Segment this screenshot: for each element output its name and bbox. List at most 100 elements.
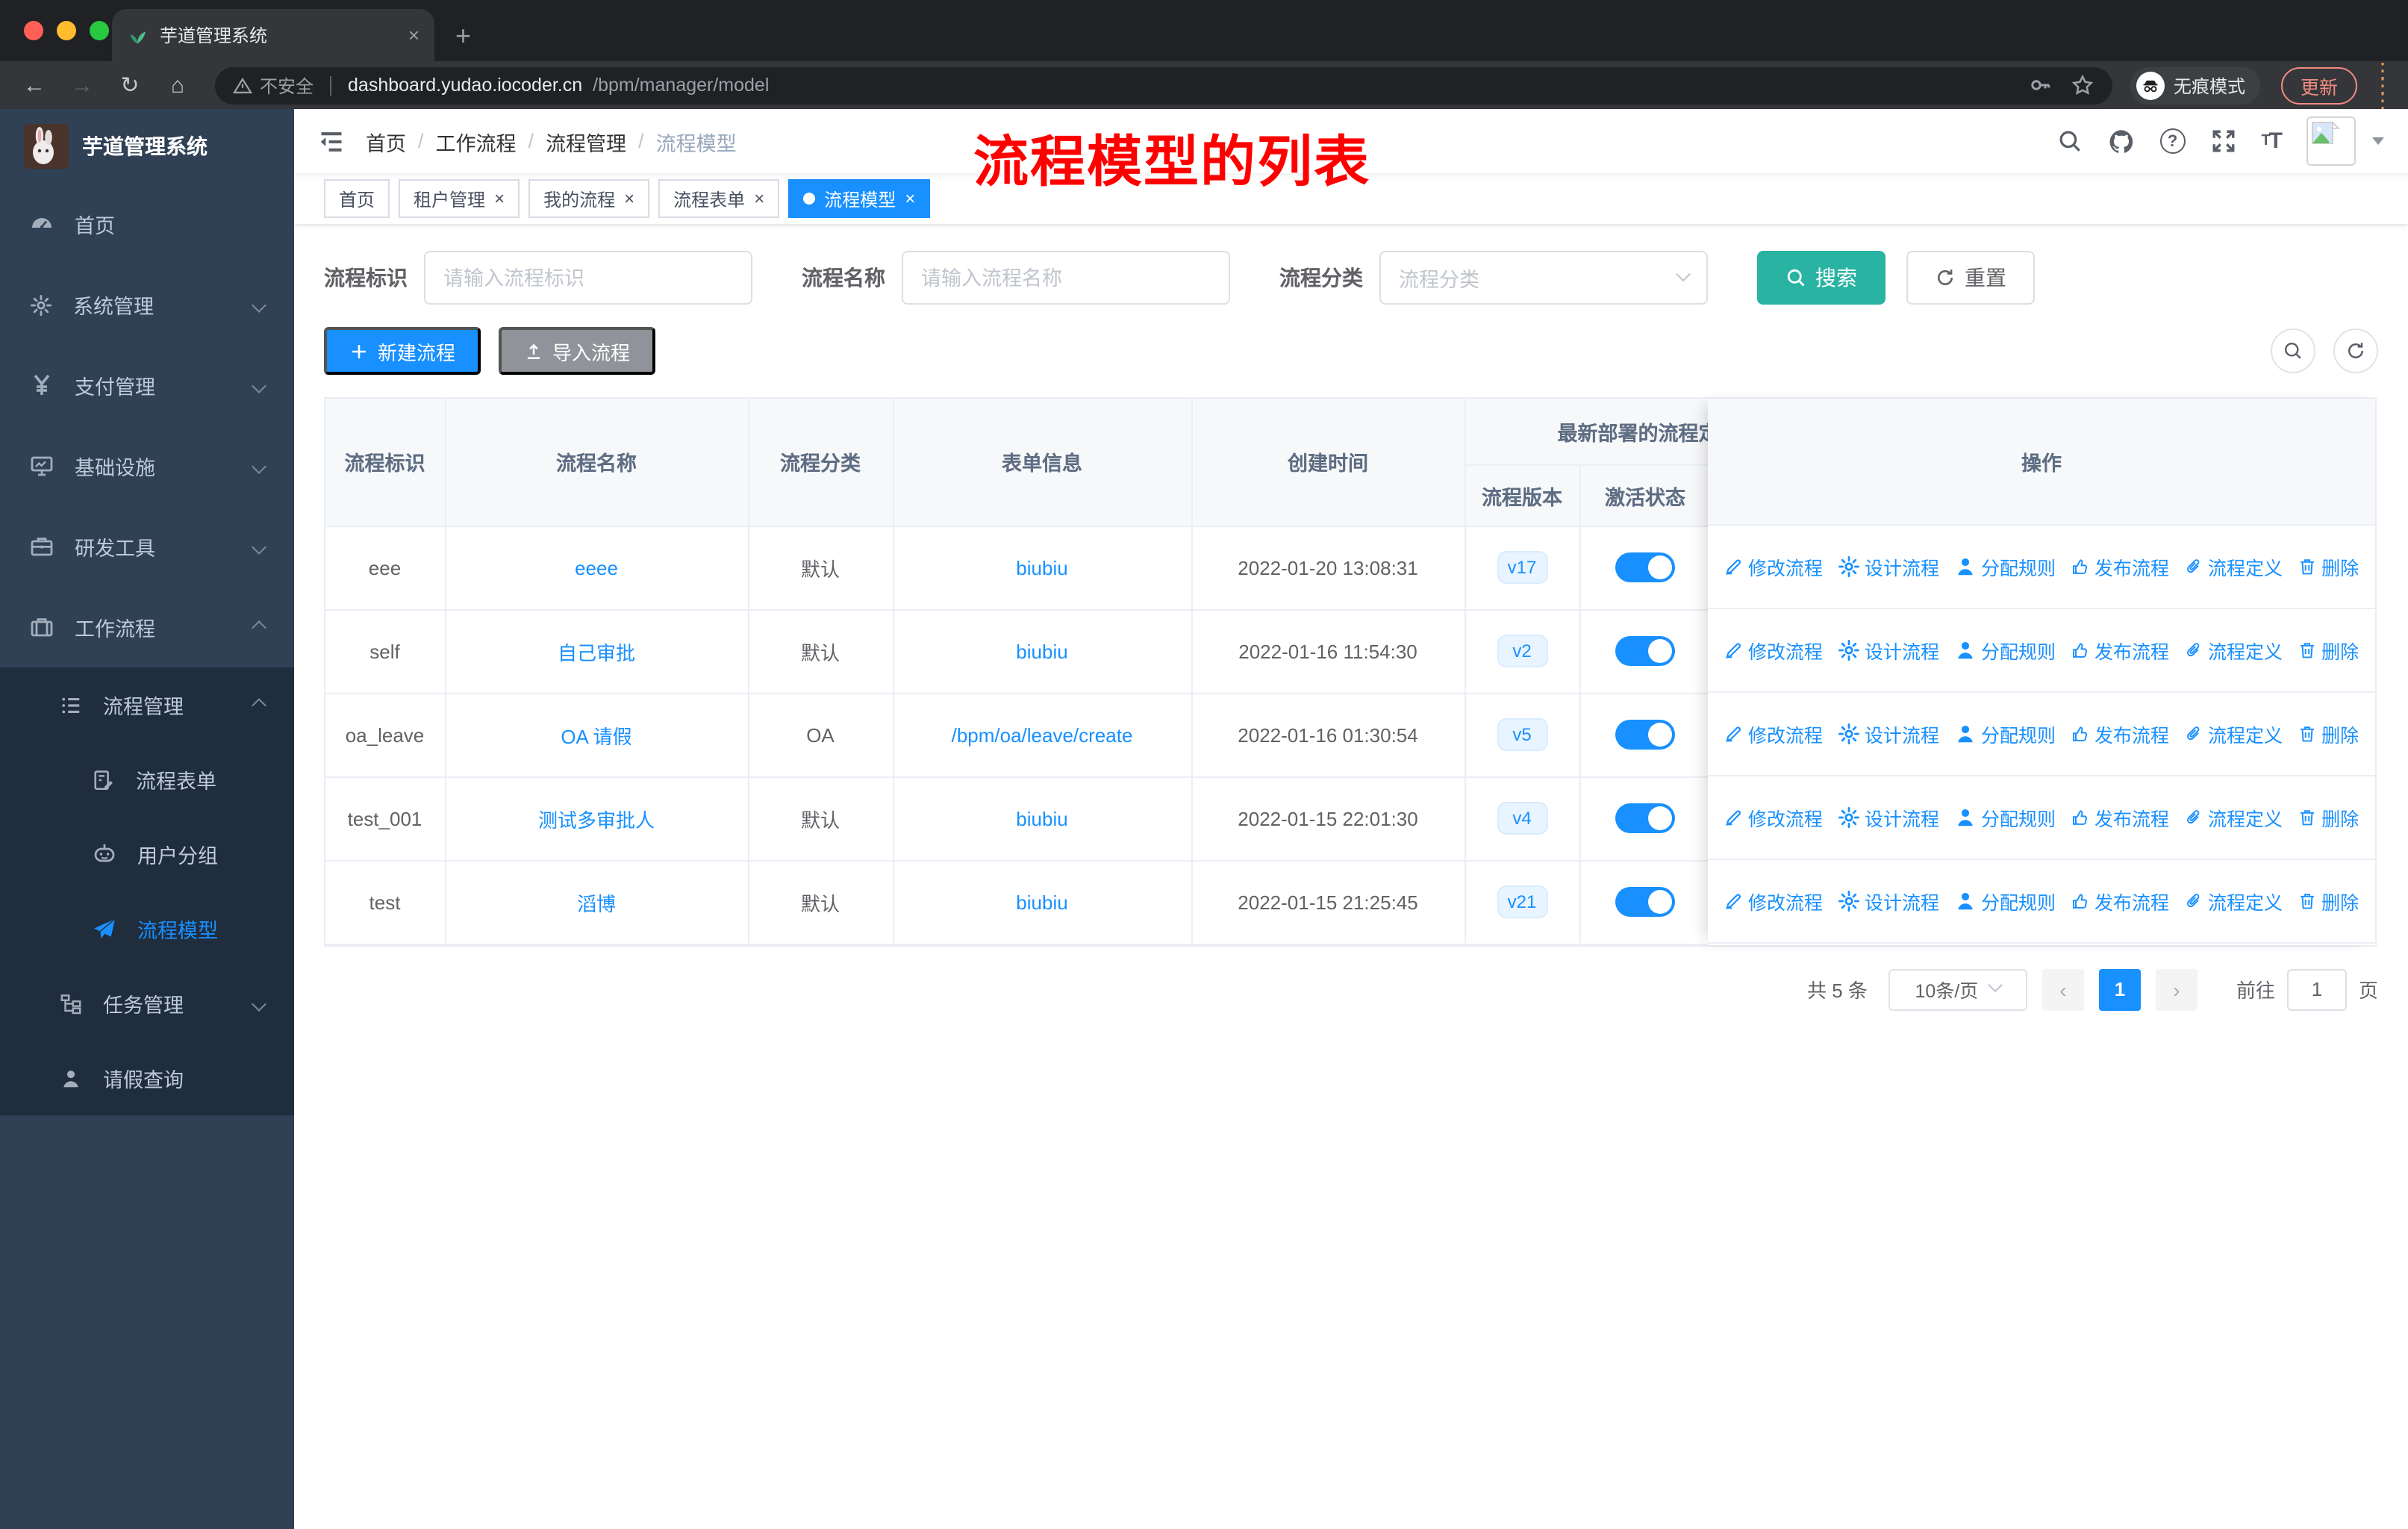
- import-process-button[interactable]: 导入流程: [499, 327, 656, 375]
- browser-tab[interactable]: 芋道管理系统 ×: [112, 9, 434, 61]
- action-2[interactable]: 分配规则: [1954, 720, 2056, 748]
- page-size-select[interactable]: 10条/页: [1888, 968, 2027, 1010]
- tag-close-icon[interactable]: ×: [754, 190, 764, 208]
- sidebar-item-9[interactable]: 流程模型: [0, 891, 294, 966]
- current-page-button[interactable]: 1: [2098, 968, 2141, 1010]
- active-status-toggle[interactable]: [1615, 636, 1675, 666]
- action-2[interactable]: 分配规则: [1954, 887, 2056, 915]
- action-0[interactable]: 修改流程: [1724, 552, 1823, 581]
- cell-form-link[interactable]: biubiu: [1016, 640, 1067, 662]
- avatar-caret-icon[interactable]: [2372, 137, 2384, 145]
- action-5[interactable]: 删除: [2298, 636, 2359, 664]
- prev-page-button[interactable]: ‹: [2042, 968, 2084, 1010]
- tag-2[interactable]: 我的流程 ×: [528, 179, 650, 218]
- tag-close-icon[interactable]: ×: [905, 190, 915, 208]
- action-2[interactable]: 分配规则: [1954, 552, 2056, 581]
- cell-form-link[interactable]: biubiu: [1016, 891, 1067, 913]
- forward-icon[interactable]: →: [63, 66, 102, 105]
- sidebar-item-7[interactable]: 流程表单: [0, 742, 294, 817]
- cell-form-link[interactable]: biubiu: [1016, 807, 1067, 829]
- search-button[interactable]: 搜索: [1757, 251, 1885, 305]
- cell-process-name-link[interactable]: 自己审批: [558, 641, 635, 664]
- action-5[interactable]: 删除: [2298, 803, 2359, 832]
- action-5[interactable]: 删除: [2298, 552, 2359, 581]
- font-size-icon[interactable]: TT: [2261, 128, 2283, 154]
- action-1[interactable]: 设计流程: [1838, 720, 1939, 748]
- sidebar-item-11[interactable]: 请假查询: [0, 1041, 294, 1115]
- action-2[interactable]: 分配规则: [1954, 636, 2056, 664]
- breadcrumb-item[interactable]: 首页: [366, 126, 406, 156]
- sidebar-item-2[interactable]: 支付管理: [0, 345, 294, 426]
- sidebar-logo[interactable]: 芋道管理系统: [0, 109, 294, 184]
- cell-form-link[interactable]: /bpm/oa/leave/create: [952, 723, 1133, 746]
- action-1[interactable]: 设计流程: [1838, 887, 1939, 915]
- breadcrumb-item[interactable]: 工作流程: [436, 126, 517, 156]
- cell-process-name-link[interactable]: 滔博: [577, 892, 616, 915]
- tag-close-icon[interactable]: ×: [624, 190, 634, 208]
- action-0[interactable]: 修改流程: [1724, 887, 1823, 915]
- action-3[interactable]: 发布流程: [2071, 720, 2169, 748]
- sidebar-item-1[interactable]: 系统管理: [0, 264, 294, 345]
- back-icon[interactable]: ←: [15, 66, 54, 105]
- sidebar-item-5[interactable]: 工作流程: [0, 587, 294, 667]
- help-icon[interactable]: ?: [2159, 128, 2186, 154]
- cell-process-name-link[interactable]: 测试多审批人: [538, 809, 655, 831]
- action-0[interactable]: 修改流程: [1724, 803, 1823, 832]
- cell-process-name-link[interactable]: eeee: [575, 556, 618, 579]
- goto-page-input[interactable]: [2286, 968, 2347, 1010]
- bookmark-star-icon[interactable]: [2071, 73, 2094, 97]
- close-window-button[interactable]: [24, 21, 43, 40]
- tag-3[interactable]: 流程表单 ×: [658, 179, 780, 218]
- zoom-window-button[interactable]: [90, 21, 109, 40]
- tag-0[interactable]: 首页: [324, 179, 390, 218]
- action-4[interactable]: 流程定义: [2184, 552, 2283, 581]
- reset-button[interactable]: 重置: [1906, 251, 2035, 305]
- action-0[interactable]: 修改流程: [1724, 636, 1823, 664]
- sidebar-item-4[interactable]: 研发工具: [0, 506, 294, 587]
- action-3[interactable]: 发布流程: [2071, 887, 2169, 915]
- fullscreen-icon[interactable]: [2210, 128, 2236, 154]
- active-status-toggle[interactable]: [1615, 720, 1675, 750]
- action-0[interactable]: 修改流程: [1724, 720, 1823, 748]
- action-4[interactable]: 流程定义: [2184, 720, 2283, 748]
- refresh-table-button[interactable]: [2333, 328, 2378, 373]
- active-status-toggle[interactable]: [1615, 552, 1675, 582]
- sidebar-item-0[interactable]: 首页: [0, 184, 294, 264]
- process-category-select[interactable]: 流程分类: [1379, 251, 1708, 305]
- process-name-input[interactable]: [902, 251, 1230, 305]
- key-icon[interactable]: [2029, 73, 2053, 97]
- sidebar-item-10[interactable]: 任务管理: [0, 966, 294, 1041]
- reload-icon[interactable]: ↻: [110, 66, 149, 105]
- action-3[interactable]: 发布流程: [2071, 552, 2169, 581]
- sidebar-item-6[interactable]: 流程管理: [0, 667, 294, 742]
- action-2[interactable]: 分配规则: [1954, 803, 2056, 832]
- new-tab-button[interactable]: +: [455, 10, 471, 61]
- action-1[interactable]: 设计流程: [1838, 552, 1939, 581]
- cell-process-name-link[interactable]: OA 请假: [561, 725, 631, 747]
- action-4[interactable]: 流程定义: [2184, 803, 2283, 832]
- home-icon[interactable]: ⌂: [158, 66, 197, 105]
- chrome-update-button[interactable]: 更新: [2280, 66, 2357, 104]
- security-warning[interactable]: 不安全: [233, 72, 314, 98]
- show-search-button[interactable]: [2271, 328, 2315, 373]
- action-5[interactable]: 删除: [2298, 720, 2359, 748]
- minimize-window-button[interactable]: [57, 21, 76, 40]
- sidebar-item-3[interactable]: 基础设施: [0, 426, 294, 506]
- cell-form-link[interactable]: biubiu: [1016, 556, 1067, 579]
- next-page-button[interactable]: ›: [2155, 968, 2198, 1010]
- active-status-toggle[interactable]: [1615, 887, 1675, 917]
- sidebar-item-8[interactable]: 用户分组: [0, 817, 294, 891]
- action-3[interactable]: 发布流程: [2071, 803, 2169, 832]
- action-1[interactable]: 设计流程: [1838, 803, 1939, 832]
- action-1[interactable]: 设计流程: [1838, 636, 1939, 664]
- avatar[interactable]: [2306, 116, 2356, 166]
- active-status-toggle[interactable]: [1615, 803, 1675, 833]
- address-bar[interactable]: 不安全 dashboard.yudao.iocoder.cn/bpm/manag…: [215, 66, 2112, 104]
- tab-close-icon[interactable]: ×: [408, 24, 419, 46]
- browser-menu-icon[interactable]: ⋮ ⋮ ⋮: [2372, 60, 2393, 110]
- action-3[interactable]: 发布流程: [2071, 636, 2169, 664]
- github-icon[interactable]: [2107, 128, 2134, 155]
- breadcrumb-item[interactable]: 流程管理: [546, 126, 626, 156]
- tag-4[interactable]: 流程模型 ×: [788, 179, 931, 218]
- action-5[interactable]: 删除: [2298, 887, 2359, 915]
